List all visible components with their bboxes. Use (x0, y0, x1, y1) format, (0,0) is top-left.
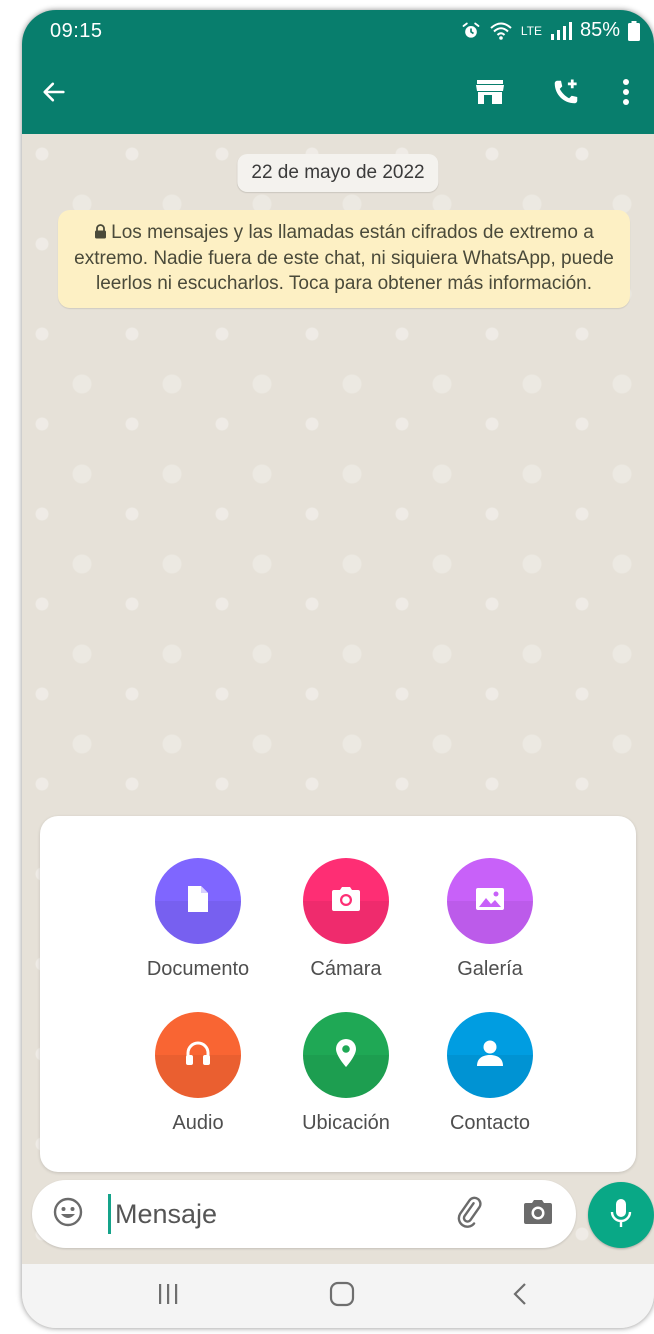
attach-button[interactable] (452, 1196, 488, 1232)
phone-screen: 09:15 LTE 85% 22 de mayo de 2022 Los men… (22, 10, 654, 1328)
attach-audio-circle[interactable] (155, 1012, 241, 1098)
status-time: 09:15 (50, 20, 103, 42)
chevron-left-icon (512, 1282, 528, 1311)
network-label: LTE (520, 23, 542, 38)
attach-location-button[interactable]: Ubicación (276, 1012, 416, 1135)
chat-area[interactable]: 22 de mayo de 2022 Los mensajes y las ll… (22, 134, 654, 1264)
lock-icon (94, 221, 107, 246)
encryption-notice[interactable]: Los mensajes y las llamadas están cifrad… (58, 210, 630, 308)
location-pin-icon (334, 1038, 358, 1073)
arrow-left-icon (40, 78, 68, 111)
signal-icon (550, 21, 572, 40)
battery-icon (628, 20, 640, 41)
attach-document-circle[interactable] (155, 858, 241, 944)
system-nav-bar (22, 1264, 654, 1328)
attach-gallery-button[interactable]: Galería (420, 858, 560, 981)
wifi-icon (489, 21, 513, 41)
document-icon (186, 884, 210, 919)
paperclip-icon (454, 1196, 486, 1233)
store-icon (474, 78, 506, 111)
attach-document-label: Documento (146, 958, 250, 980)
attach-contact-label: Contacto (449, 1112, 531, 1134)
alarm-icon (461, 21, 481, 41)
camera-icon (523, 1199, 553, 1230)
battery-level: 85% (579, 19, 620, 41)
attach-gallery-circle[interactable] (447, 858, 533, 944)
attach-audio-label: Audio (172, 1112, 224, 1134)
attachment-panel: Documento Cámara Galería Audio Ubicación… (40, 816, 636, 1172)
attach-camera-button[interactable]: Cámara (276, 858, 416, 981)
attach-location-label: Ubicación (302, 1112, 390, 1134)
date-chip: 22 de mayo de 2022 (237, 154, 439, 192)
app-bar: 09:15 LTE 85% (22, 10, 654, 134)
voice-record-button[interactable] (588, 1182, 654, 1248)
contact-icon (475, 1039, 505, 1072)
recent-apps-button[interactable] (146, 1276, 190, 1316)
status-bar: 09:15 LTE 85% (22, 10, 654, 54)
camera-icon (331, 886, 361, 917)
status-icons: LTE 85% (461, 19, 640, 42)
message-input[interactable] (108, 1194, 435, 1234)
message-input-pill (32, 1180, 576, 1248)
encryption-notice-text: Los mensajes y las llamadas están cifrad… (74, 222, 614, 294)
back-button[interactable] (30, 70, 78, 118)
attach-contact-circle[interactable] (447, 1012, 533, 1098)
gallery-icon (475, 887, 505, 916)
attach-camera-label: Cámara (310, 958, 382, 980)
store-button[interactable] (466, 70, 514, 118)
add-call-button[interactable] (542, 70, 590, 118)
emoji-button[interactable] (50, 1196, 86, 1232)
microphone-icon (610, 1198, 632, 1233)
attach-audio-button[interactable]: Audio (128, 1012, 268, 1135)
attach-location-circle[interactable] (303, 1012, 389, 1098)
attach-contact-button[interactable]: Contacto (420, 1012, 560, 1135)
back-nav-button[interactable] (498, 1276, 542, 1316)
headphones-icon (184, 1039, 212, 1072)
emoji-icon (52, 1196, 84, 1233)
chat-toolbar (22, 62, 654, 134)
attach-camera-circle[interactable] (303, 858, 389, 944)
more-options-button[interactable] (608, 70, 644, 118)
home-icon (329, 1281, 355, 1312)
message-input-row (22, 1180, 654, 1256)
recent-apps-icon (156, 1283, 180, 1310)
attach-document-button[interactable]: Documento (128, 858, 268, 981)
attach-gallery-label: Galería (457, 958, 523, 980)
camera-button[interactable] (520, 1196, 556, 1232)
phone-add-icon (551, 77, 581, 112)
more-vertical-icon (622, 78, 630, 111)
home-button[interactable] (320, 1276, 364, 1316)
